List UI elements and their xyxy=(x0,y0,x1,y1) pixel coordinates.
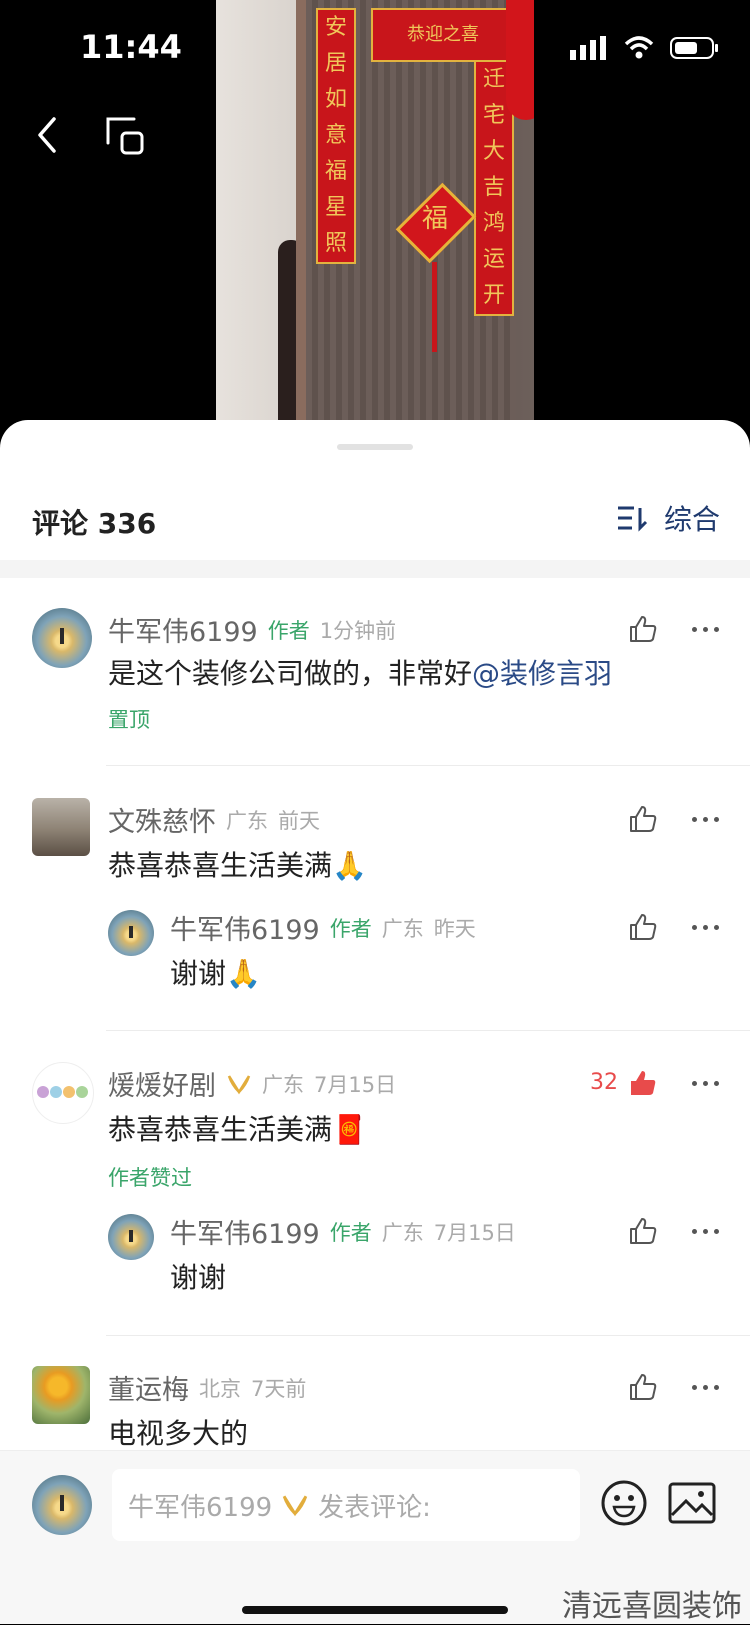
wifi-icon xyxy=(624,36,654,59)
comment-time: 7月15日 xyxy=(314,1072,397,1097)
sort-label: 综合 xyxy=(663,503,720,536)
author-tag: 作者 xyxy=(267,618,310,643)
author-tag: 作者 xyxy=(329,916,372,941)
medal-icon xyxy=(282,1495,308,1517)
comment-text: 恭喜恭喜生活美满🙏 xyxy=(108,849,367,882)
more-dots-icon[interactable] xyxy=(692,922,722,932)
more-dots-icon[interactable] xyxy=(692,624,722,634)
more-dots-icon[interactable] xyxy=(692,1078,722,1088)
comment-composer: 牛军伟6199 发表评论: 清远喜圆装饰 xyxy=(0,1450,750,1624)
reply-meta: 牛军伟6199 作者 广东 昨天 xyxy=(170,908,476,947)
like-count: 32 xyxy=(590,1070,618,1095)
thumb-up-icon[interactable] xyxy=(628,912,658,942)
comment-meta: 煖煖好剧 广东 7月15日 xyxy=(108,1064,396,1103)
comment-meta: 牛军伟6199 作者 1分钟前 xyxy=(108,610,396,649)
comment-region: 广东 xyxy=(262,1072,304,1097)
sort-icon xyxy=(617,506,648,532)
reply-name[interactable]: 牛军伟6199 xyxy=(170,908,320,947)
red-ribbon xyxy=(506,0,534,120)
comment-divider xyxy=(106,765,750,766)
commenter-name[interactable]: 煖煖好剧 xyxy=(108,1064,216,1103)
fu-character: 福 xyxy=(421,204,448,234)
reply-time: 昨天 xyxy=(433,916,476,941)
thumb-up-icon[interactable] xyxy=(628,1216,658,1246)
video-frame[interactable]: 安居 如意 福星 照 迁宅 大吉 鸿运 开 恭迎之喜 福 xyxy=(216,0,534,430)
reply-text: 谢谢 xyxy=(170,1261,227,1294)
medal-icon xyxy=(227,1074,251,1094)
sheet-drag-handle[interactable] xyxy=(337,444,413,450)
commenter-name[interactable]: 牛军伟6199 xyxy=(108,610,258,649)
more-dots-icon[interactable] xyxy=(692,814,722,824)
comment-text: 恭喜恭喜生活美满🧧 xyxy=(108,1113,367,1146)
my-avatar[interactable] xyxy=(32,1475,92,1535)
image-icon[interactable] xyxy=(668,1481,716,1525)
thumb-up-icon[interactable] xyxy=(628,614,658,644)
reply-avatar[interactable] xyxy=(108,910,154,956)
more-dots-icon[interactable] xyxy=(692,1382,722,1392)
watermark: 清远喜圆装饰 xyxy=(562,1589,742,1624)
signal-icon xyxy=(570,36,606,60)
comment-time: 前天 xyxy=(278,808,320,833)
home-indicator[interactable] xyxy=(242,1606,508,1614)
sort-button[interactable]: 综合 xyxy=(616,498,720,538)
reply-avatar[interactable] xyxy=(108,1214,154,1260)
battery-icon xyxy=(670,37,718,59)
composer-user: 牛军伟6199 xyxy=(128,1492,273,1523)
tassel xyxy=(432,262,437,352)
comment-divider xyxy=(106,1335,750,1336)
thumb-up-icon[interactable] xyxy=(628,1068,658,1098)
comment-time: 1分钟前 xyxy=(319,618,397,643)
comment-divider xyxy=(106,1030,750,1031)
avatar[interactable] xyxy=(32,608,92,668)
comment-region: 北京 xyxy=(199,1376,241,1401)
commenter-name[interactable]: 文殊慈怀 xyxy=(108,800,216,839)
emoji-icon[interactable] xyxy=(600,1479,648,1527)
author-liked-tag: 作者赞过 xyxy=(108,1166,192,1190)
avatar[interactable] xyxy=(32,798,90,856)
door-banner: 恭迎之喜 xyxy=(371,8,515,62)
composer-placeholder: 发表评论: xyxy=(318,1492,431,1523)
pinned-tag: 置顶 xyxy=(108,708,150,732)
comment-meta: 文殊慈怀 广东 前天 xyxy=(108,800,320,839)
commenter-name[interactable]: 董运梅 xyxy=(108,1368,189,1407)
status-time: 11:44 xyxy=(80,28,182,66)
reply-text: 谢谢🙏 xyxy=(170,957,261,990)
reply-meta: 牛军伟6199 作者 广东 7月15日 xyxy=(170,1212,516,1251)
reply-region: 广东 xyxy=(381,916,424,941)
more-dots-icon[interactable] xyxy=(692,1226,722,1236)
status-icons xyxy=(570,36,720,60)
avatar[interactable] xyxy=(32,1062,94,1124)
back-arrow-icon[interactable] xyxy=(28,115,68,155)
comments-header: 评论 336 综合 xyxy=(0,480,750,560)
author-tag: 作者 xyxy=(329,1220,372,1245)
top-controls xyxy=(0,105,750,165)
comment-text: 是这个装修公司做的，非常好@装修言羽 xyxy=(108,657,613,690)
screen-cast-icon[interactable] xyxy=(102,113,146,157)
comment-time: 7天前 xyxy=(251,1376,307,1401)
reply-name[interactable]: 牛军伟6199 xyxy=(170,1212,320,1251)
comment-input[interactable]: 牛军伟6199 发表评论: xyxy=(112,1469,580,1541)
comments-sheet: 评论 336 综合 牛军伟6199 作者 1分钟前 是这个装修公司做的，非常好@… xyxy=(0,420,750,1623)
comment-region: 广东 xyxy=(226,808,268,833)
reply-time: 7月15日 xyxy=(433,1220,516,1245)
comments-count-title: 评论 336 xyxy=(32,507,157,540)
comment-text: 电视多大的 xyxy=(108,1417,249,1450)
avatar[interactable] xyxy=(32,1366,90,1424)
mention-link[interactable]: @装修言羽 xyxy=(472,657,612,690)
comment-meta: 董运梅 北京 7天前 xyxy=(108,1368,306,1407)
header-divider xyxy=(0,560,750,578)
thumb-up-icon[interactable] xyxy=(628,804,658,834)
reply-region: 广东 xyxy=(381,1220,424,1245)
thumb-up-icon[interactable] xyxy=(628,1372,658,1402)
